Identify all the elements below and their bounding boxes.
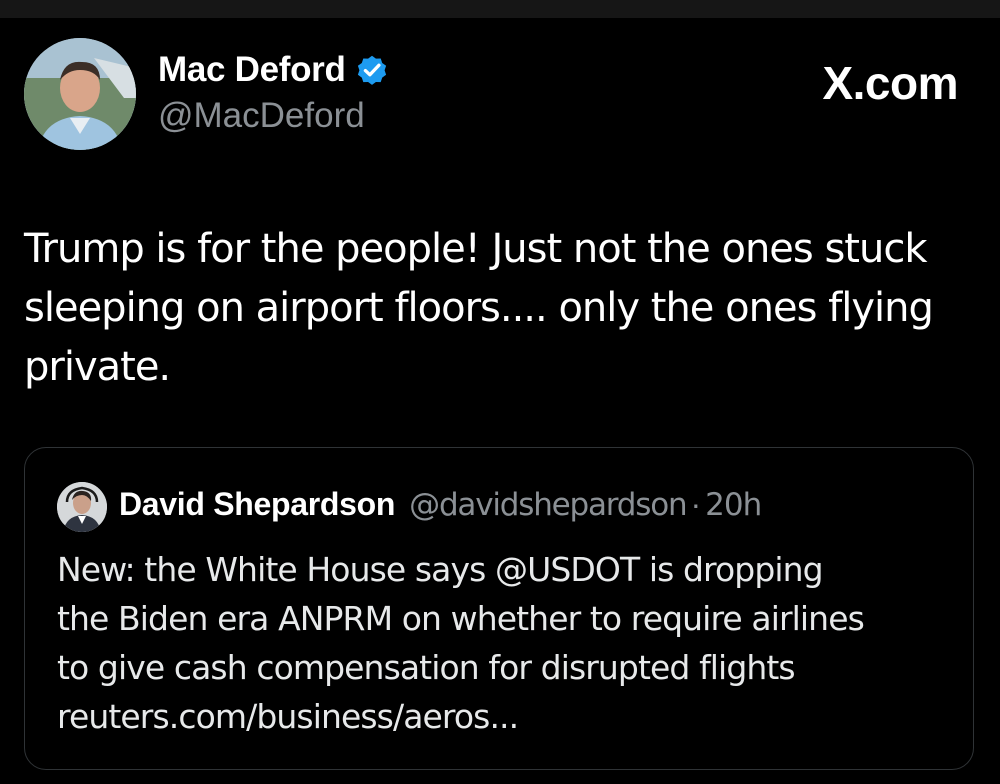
quoted-post-card[interactable]: David Shepardson @davidshepardson · 20h … <box>24 447 974 770</box>
post-text-line: Trump is for the people! Just not the on… <box>24 226 928 272</box>
author-name[interactable]: Mac Deford <box>158 50 346 90</box>
author-avatar[interactable] <box>24 38 136 150</box>
quoted-author-avatar[interactable] <box>57 482 107 532</box>
post-text-line: sleeping on airport floors.... only the … <box>24 285 934 331</box>
post-text-line: private. <box>24 344 171 390</box>
quoted-author-name[interactable]: David Shepardson <box>119 486 395 523</box>
quoted-text-line: the Biden era ANPRM on whether to requir… <box>57 599 865 638</box>
author-name-row[interactable]: Mac Deford <box>158 50 390 90</box>
quoted-author-handle[interactable]: @davidshepardson <box>409 487 688 523</box>
author-avatar-image <box>24 38 136 150</box>
quoted-text-link[interactable]: reuters.com/business/aeros... <box>57 692 957 741</box>
quoted-text-line: New: the White House says @USDOT is drop… <box>57 550 824 589</box>
quoted-author-avatar-image <box>57 482 107 532</box>
verified-badge-icon <box>354 52 390 88</box>
quoted-post-text: New: the White House says @USDOT is drop… <box>57 545 957 741</box>
quoted-text-line: to give cash compensation for disrupted … <box>57 648 796 687</box>
separator-dot: · <box>690 486 702 522</box>
quoted-post-header: David Shepardson @davidshepardson · 20h <box>119 486 762 523</box>
brand-label: X.com <box>822 57 958 109</box>
author-handle[interactable]: @MacDeford <box>158 96 365 136</box>
post-text: Trump is for the people! Just not the on… <box>24 220 974 397</box>
quoted-post-time[interactable]: 20h <box>705 487 762 523</box>
top-strip <box>0 0 1000 18</box>
